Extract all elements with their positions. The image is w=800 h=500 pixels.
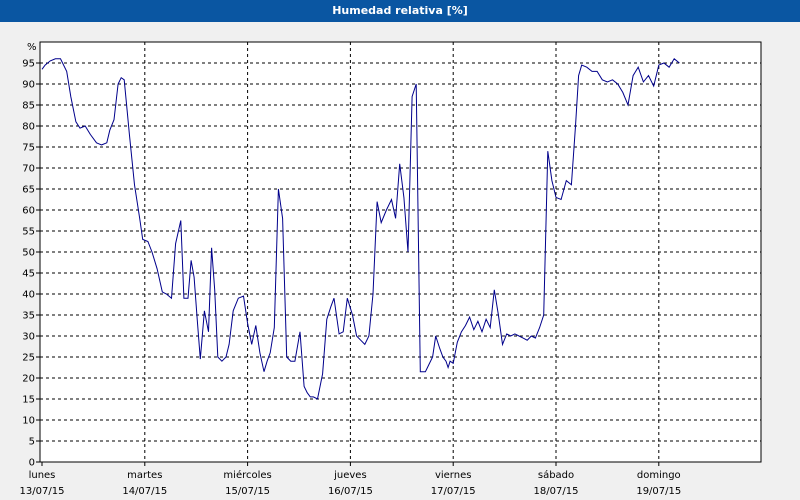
y-tick-label: 0	[29, 458, 35, 469]
y-tick-label: 25	[22, 353, 35, 364]
y-tick-label: 75	[22, 143, 35, 154]
x-tick-date-label: 15/07/15	[225, 486, 270, 497]
y-tick-label: 90	[22, 80, 35, 91]
y-axis-unit-label: %	[27, 42, 37, 53]
y-tick-label: 50	[22, 248, 35, 259]
y-tick-label: 20	[22, 374, 35, 385]
y-tick-label: 95	[22, 59, 35, 70]
x-tick-day-label: sábado	[538, 469, 574, 481]
y-tick-label: 70	[22, 164, 35, 175]
x-tick-date-label: 17/07/15	[431, 486, 476, 497]
y-tick-label: 40	[22, 290, 35, 301]
x-tick-day-label: domingo	[637, 470, 681, 481]
y-tick-label: 45	[22, 269, 35, 280]
y-tick-label: 60	[22, 206, 35, 217]
y-tick-label: 55	[22, 227, 35, 238]
y-tick-label: 65	[22, 185, 35, 196]
chart-title: Humedad relativa [%]	[0, 0, 800, 22]
x-tick-day-label: jueves	[333, 470, 367, 481]
humidity-chart: % 0 5 10 15 20 25 30 35 40 45 50 55 60 65 70 75 80 85 90 95…	[20, 41, 762, 497]
x-tick-day-label: martes	[127, 470, 162, 481]
x-tick-date-label: 16/07/15	[328, 486, 373, 497]
y-tick-label: 30	[22, 332, 35, 343]
y-tick-label: 5	[29, 437, 35, 448]
x-tick-labels: lunes 13/07/15 martes 14/07/15 miércoles 15/0…	[20, 469, 682, 497]
x-tick-date-label: 14/07/15	[122, 486, 167, 497]
y-tick-label: 15	[22, 395, 35, 406]
y-tick-labels: 0 5 10 15 20 25 30 35 40 45 50 55 60 65 70 75 80 85 90 95	[22, 59, 35, 469]
x-tick-day-label: miércoles	[223, 469, 271, 481]
y-tick-label: 10	[22, 416, 35, 427]
y-tick-label: 85	[22, 101, 35, 112]
y-tick-label: 80	[22, 122, 35, 133]
x-tick-day-label: lunes	[29, 470, 56, 481]
x-tick-date-label: 18/07/15	[534, 486, 579, 497]
grid-lines	[40, 42, 761, 462]
x-tick-date-label: 13/07/15	[20, 486, 65, 497]
y-tick-label: 35	[22, 311, 35, 322]
x-tick-date-label: 19/07/15	[636, 486, 681, 497]
x-tick-day-label: viernes	[435, 470, 471, 481]
